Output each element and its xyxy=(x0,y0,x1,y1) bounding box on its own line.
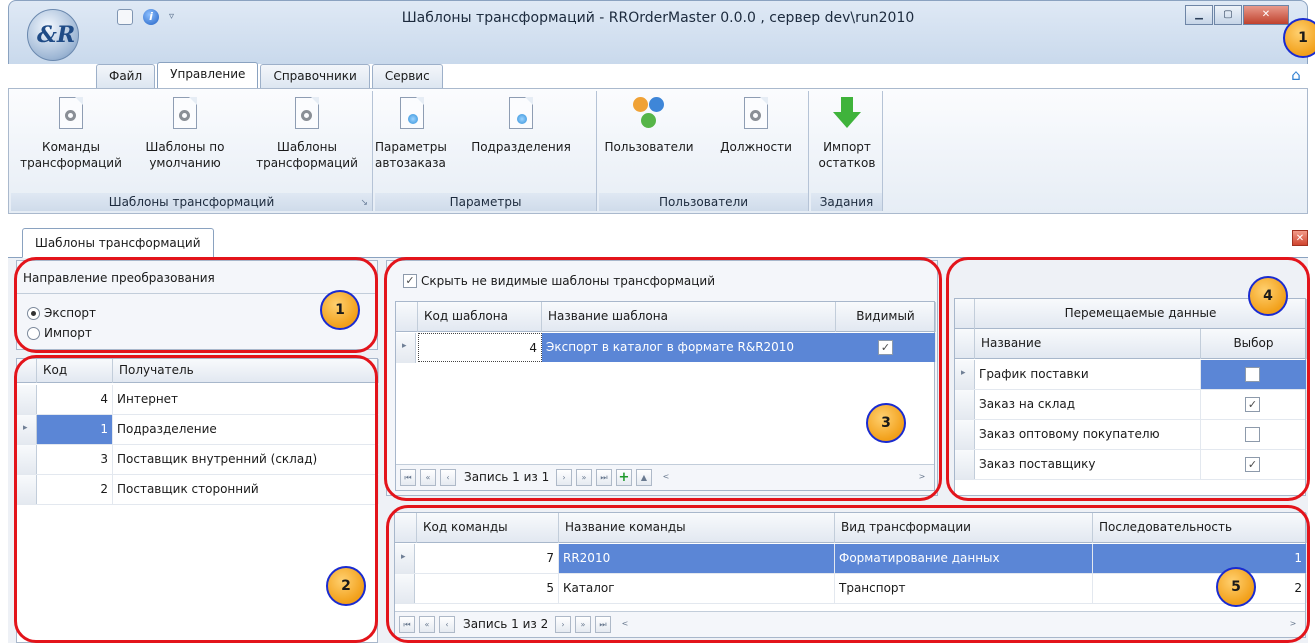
highlight-box xyxy=(14,355,378,643)
document-tabbar: Шаблоны трансформаций ✕ xyxy=(8,224,1308,258)
divisions-button[interactable]: Подразделения xyxy=(451,97,591,155)
window-title: Шаблоны трансформаций - RROrderMaster 0.… xyxy=(401,10,915,26)
ribbon-group-caption: Пользователи xyxy=(599,193,808,211)
document-gear-icon xyxy=(744,97,768,129)
callout-marker: 4 xyxy=(1248,276,1288,316)
ribbon-group-caption: Шаблоны трансформаций xyxy=(11,193,372,211)
tab-service[interactable]: Сервис xyxy=(371,64,443,88)
document-gear-icon xyxy=(173,97,197,129)
highlight-box xyxy=(386,505,1310,643)
maximize-button[interactable]: ▢ xyxy=(1214,5,1242,25)
close-document-icon[interactable]: ✕ xyxy=(1292,230,1308,246)
highlight-box xyxy=(384,257,942,501)
title-bar: &R i ▿ Шаблоны трансформаций - RROrderMa… xyxy=(8,0,1308,64)
ribbon-group-tasks: Импорт остатков Задания xyxy=(811,91,883,211)
autoorder-params-button[interactable]: Параметры автозаказа xyxy=(375,97,449,171)
transform-commands-button[interactable]: Команды трансформаций xyxy=(15,97,127,171)
callout-marker: 5 xyxy=(1216,567,1256,607)
window-controls: ▁ ▢ ✕ xyxy=(1185,5,1289,25)
tab-management[interactable]: Управление xyxy=(157,62,259,88)
minimize-button[interactable]: ▁ xyxy=(1185,5,1213,25)
document-disc-icon xyxy=(509,97,533,129)
transform-templates-button[interactable]: Шаблоны трансформаций xyxy=(249,97,365,171)
users-button[interactable]: Пользователи xyxy=(601,97,697,155)
ribbon-group-parameters: Параметры автозаказа Подразделения Парам… xyxy=(375,91,597,211)
callout-marker: 2 xyxy=(326,566,366,606)
users-icon xyxy=(629,97,669,131)
close-button[interactable]: ✕ xyxy=(1243,5,1289,25)
document-disc-icon xyxy=(400,97,424,129)
ribbon-group-users: Пользователи Должности Пользователи xyxy=(599,91,809,211)
document-gear-icon xyxy=(295,97,319,129)
tab-file[interactable]: Файл xyxy=(96,64,156,88)
document-gear-icon xyxy=(59,97,83,129)
callout-marker: 1 xyxy=(320,290,360,330)
home-icon[interactable]: ⌂ xyxy=(1287,66,1305,84)
ribbon-group-caption: Параметры xyxy=(375,193,596,211)
ribbon: Команды трансформаций Шаблоны по умолчан… xyxy=(8,88,1308,214)
dialog-launcher-icon[interactable]: ↘ xyxy=(360,198,368,208)
default-templates-button[interactable]: Шаблоны по умолчанию xyxy=(129,97,241,171)
download-arrow-icon xyxy=(833,97,861,131)
document-tab[interactable]: Шаблоны трансформаций xyxy=(22,228,214,258)
ribbon-group-caption: Задания xyxy=(811,193,882,211)
ribbon-group-templates: Команды трансформаций Шаблоны по умолчан… xyxy=(11,91,373,211)
tab-references[interactable]: Справочники xyxy=(260,64,370,88)
import-stock-button[interactable]: Импорт остатков xyxy=(813,97,881,171)
ribbon-tabs: Файл Управление Справочники Сервис xyxy=(96,62,443,88)
positions-button[interactable]: Должности xyxy=(711,97,801,155)
callout-marker: 3 xyxy=(866,403,906,443)
callout-marker: 1 xyxy=(1283,18,1315,58)
